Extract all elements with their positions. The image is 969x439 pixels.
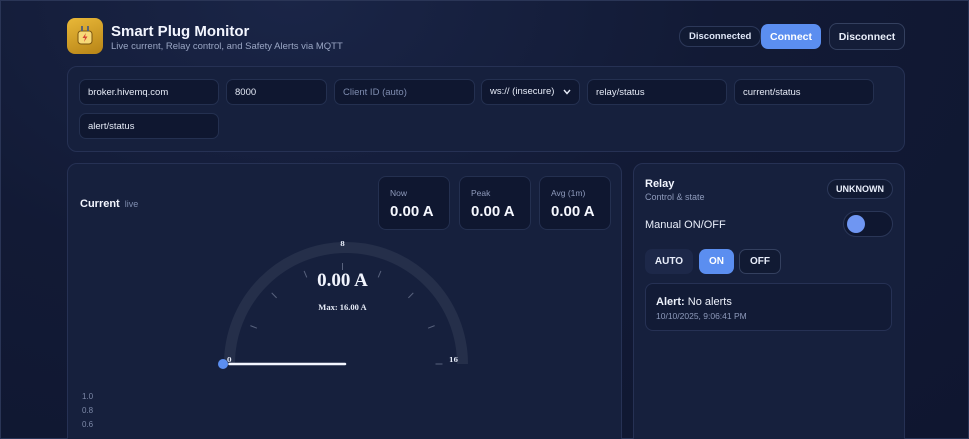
stat-now: Now 0.00 A (378, 176, 450, 230)
stat-value: 0.00 A (390, 203, 434, 220)
stat-label: Avg (1m) (551, 188, 586, 198)
mode-auto-button[interactable]: AUTO (645, 249, 693, 274)
mode-on-button[interactable]: ON (699, 249, 734, 274)
connection-status-badge: Disconnected (679, 26, 762, 47)
gauge-pivot (218, 359, 228, 369)
chart-y-tick: 0.6 (82, 420, 94, 429)
stat-value: 0.00 A (551, 203, 595, 220)
chart-y-tick: 0.8 (82, 406, 94, 415)
app-header: Smart Plug Monitor Live current, Relay c… (67, 18, 905, 54)
chart-y-tick: 1.0 (82, 392, 94, 401)
plug-bolt-icon (67, 18, 103, 54)
alert-topic-input[interactable] (79, 113, 219, 139)
protocol-select[interactable]: ws:// (insecure) (481, 79, 580, 105)
gauge-mid-label: 8 (340, 240, 345, 248)
stat-value: 0.00 A (471, 203, 515, 220)
protocol-select-value: ws:// (insecure) (490, 86, 555, 97)
alert-label: Alert: (656, 296, 685, 308)
current-panel: Current live Now 0.00 A Peak 0.00 A Avg … (67, 163, 622, 439)
stat-peak: Peak 0.00 A (459, 176, 531, 230)
manual-toggle-label: Manual ON/OFF (645, 219, 726, 231)
relay-topic-input[interactable] (587, 79, 727, 105)
disconnect-button[interactable]: Disconnect (829, 23, 905, 50)
app-subtitle: Live current, Relay control, and Safety … (111, 41, 343, 52)
connection-config-panel: ws:// (insecure) (67, 66, 905, 152)
broker-input[interactable] (79, 79, 219, 105)
alert-text: No alerts (687, 296, 732, 308)
app-title: Smart Plug Monitor (111, 23, 250, 40)
manual-toggle[interactable] (843, 211, 893, 237)
chevron-down-icon (563, 89, 571, 95)
current-topic-input[interactable] (734, 79, 874, 105)
client-id-input[interactable] (334, 79, 475, 105)
relay-subtitle: Control & state (645, 192, 705, 202)
alert-timestamp: 10/10/2025, 9:06:41 PM (656, 311, 747, 321)
stat-label: Now (390, 188, 408, 198)
stat-label: Peak (471, 188, 491, 198)
current-title-text: Current (80, 198, 120, 210)
connect-button[interactable]: Connect (761, 24, 821, 49)
port-input[interactable] (226, 79, 327, 105)
current-gauge: 8 0 16 0.00 A Max: 16.00 A (218, 240, 468, 369)
relay-state-badge: UNKNOWN (827, 179, 893, 199)
alert-message: Alert: No alerts (656, 296, 732, 308)
relay-panel: Relay Control & state UNKNOWN Manual ON/… (633, 163, 905, 439)
gauge-max-text: Max: 16.00 A (318, 302, 367, 312)
relay-title: Relay (645, 178, 675, 190)
stat-avg: Avg (1m) 0.00 A (539, 176, 611, 230)
alert-box: Alert: No alerts 10/10/2025, 9:06:41 PM (645, 283, 892, 331)
mode-off-button[interactable]: OFF (739, 249, 781, 274)
gauge-value-text: 0.00 A (317, 270, 368, 291)
toggle-knob (847, 215, 865, 233)
gauge-max-label: 16 (449, 356, 459, 364)
live-label: live (124, 199, 139, 209)
current-title: Current live (80, 198, 138, 210)
